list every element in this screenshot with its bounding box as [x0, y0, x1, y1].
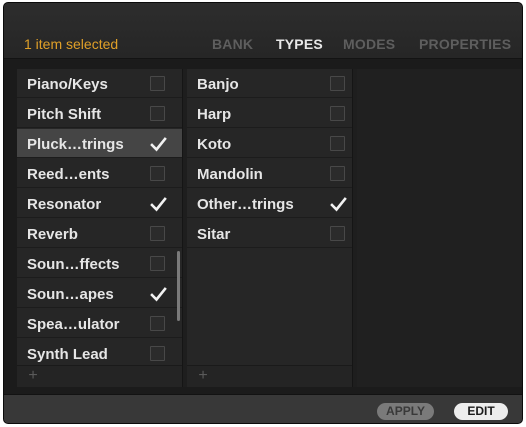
- type-checkbox[interactable]: [150, 166, 165, 181]
- type-row[interactable]: Synth Lead: [17, 339, 182, 365]
- checkmark-icon: [150, 197, 167, 212]
- type-label: Resonator: [27, 196, 102, 213]
- types-attribute-panel: 1 item selected BANK TYPES MODES PROPERT…: [3, 2, 523, 424]
- subtype-label: Sitar: [197, 226, 231, 243]
- type-row[interactable]: Spea…ulator: [17, 309, 182, 338]
- type-checkbox[interactable]: [150, 226, 165, 241]
- type-list-scrollbar[interactable]: [177, 251, 180, 321]
- panel-footer: APPLY EDIT: [4, 394, 522, 423]
- type-label: Reed…ents: [27, 166, 110, 183]
- checkmark-icon: [150, 137, 167, 152]
- subtype-checkbox[interactable]: [330, 76, 345, 91]
- subtype-checkbox[interactable]: [330, 226, 345, 241]
- empty-third-column: [357, 69, 522, 387]
- subtype-row[interactable]: Sitar: [187, 219, 352, 248]
- type-row[interactable]: Reverb: [17, 219, 182, 248]
- tab-properties[interactable]: PROPERTIES: [419, 36, 511, 52]
- checkmark-icon: [330, 197, 347, 212]
- type-checkbox[interactable]: [150, 136, 167, 152]
- type-label: Soun…apes: [27, 286, 114, 303]
- type-label: Reverb: [27, 226, 78, 243]
- type-label: Synth Lead: [27, 346, 108, 363]
- type-checkbox[interactable]: [150, 286, 167, 302]
- tab-modes[interactable]: MODES: [343, 36, 395, 52]
- subtype-label: Koto: [197, 136, 232, 153]
- panel-header: 1 item selected BANK TYPES MODES PROPERT…: [4, 3, 522, 59]
- type-checkbox[interactable]: [150, 256, 165, 271]
- tab-types[interactable]: TYPES: [276, 36, 323, 52]
- subtype-label: Mandolin: [197, 166, 263, 183]
- subtype-row[interactable]: Harp: [187, 99, 352, 128]
- tab-bank[interactable]: BANK: [212, 36, 253, 52]
- type-row[interactable]: Reed…ents: [17, 159, 182, 188]
- type-row[interactable]: Resonator: [17, 189, 182, 218]
- add-subtype-button[interactable]: +: [195, 368, 211, 384]
- type-column: Piano/Keys Pitch Shift Pluck…trings Reed…en…: [17, 69, 183, 387]
- subtype-row[interactable]: Other…trings: [187, 189, 352, 218]
- type-column-footer: +: [17, 365, 182, 387]
- subtype-row[interactable]: Mandolin: [187, 159, 352, 188]
- type-label: Spea…ulator: [27, 316, 120, 333]
- apply-button[interactable]: APPLY: [377, 403, 434, 420]
- type-row[interactable]: Soun…apes: [17, 279, 182, 308]
- type-row[interactable]: Pluck…trings: [17, 129, 182, 158]
- type-checkbox[interactable]: [150, 346, 165, 361]
- subtype-column: Banjo Harp Koto Mandolin Other…trings Sitar +: [187, 69, 353, 387]
- subtype-checkbox[interactable]: [330, 136, 345, 151]
- checkmark-icon: [150, 287, 167, 302]
- subtype-label: Harp: [197, 106, 232, 123]
- type-checkbox[interactable]: [150, 76, 165, 91]
- subtype-checkbox[interactable]: [330, 166, 345, 181]
- subtype-label: Banjo: [197, 76, 239, 93]
- type-label: Pluck…trings: [27, 136, 124, 153]
- subtype-row[interactable]: Banjo: [187, 69, 352, 98]
- type-checkbox[interactable]: [150, 106, 165, 121]
- types-browser: Piano/Keys Pitch Shift Pluck…trings Reed…en…: [17, 69, 522, 387]
- subtype-row[interactable]: Koto: [187, 129, 352, 158]
- type-row[interactable]: Piano/Keys: [17, 69, 182, 98]
- type-label: Pitch Shift: [27, 106, 102, 123]
- type-list: Piano/Keys Pitch Shift Pluck…trings Reed…en…: [17, 69, 182, 365]
- selection-count-label: 1 item selected: [24, 36, 119, 52]
- type-row[interactable]: Soun…ffects: [17, 249, 182, 278]
- type-checkbox[interactable]: [150, 316, 165, 331]
- type-checkbox[interactable]: [150, 196, 167, 212]
- add-type-button[interactable]: +: [25, 368, 41, 384]
- subtype-label: Other…trings: [197, 196, 294, 213]
- subtype-list: Banjo Harp Koto Mandolin Other…trings Sitar: [187, 69, 352, 365]
- subtype-column-footer: +: [187, 365, 352, 387]
- type-label: Soun…ffects: [27, 256, 120, 273]
- edit-button[interactable]: EDIT: [454, 403, 508, 420]
- type-label: Piano/Keys: [27, 76, 108, 93]
- subtype-checkbox[interactable]: [330, 196, 347, 212]
- subtype-checkbox[interactable]: [330, 106, 345, 121]
- type-row[interactable]: Pitch Shift: [17, 99, 182, 128]
